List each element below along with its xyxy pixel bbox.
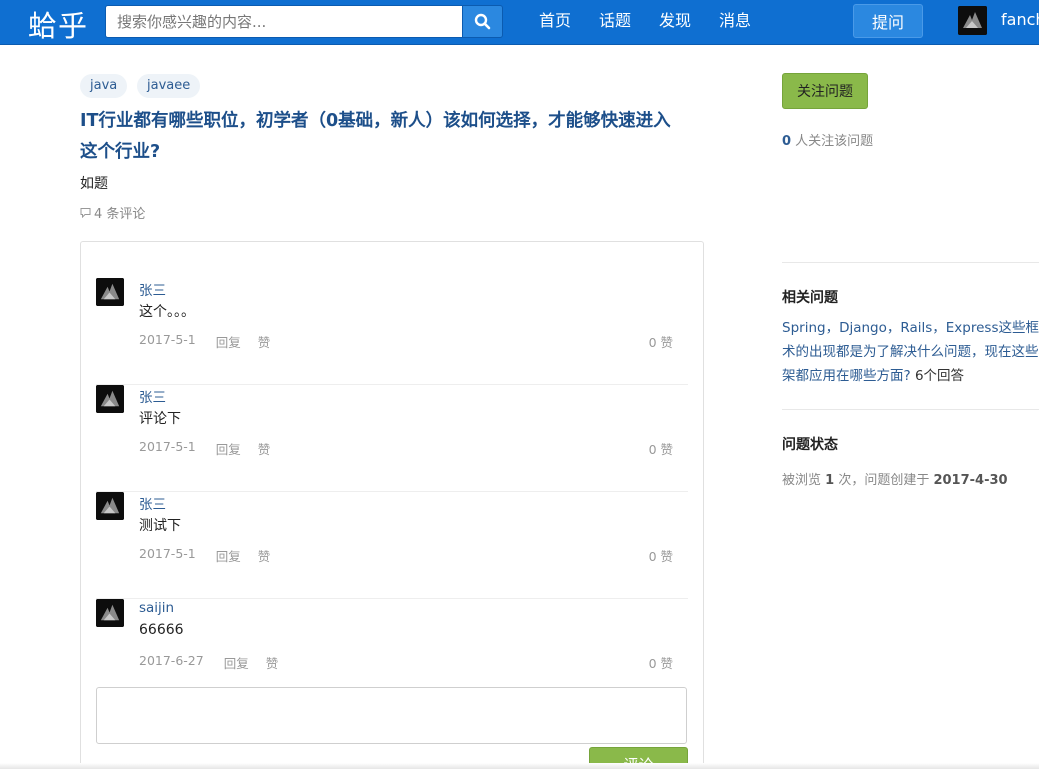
question-status-title: 问题状态 [782,437,838,453]
related-answer-count: 6个回答 [914,368,965,384]
comment-count-label: 4 条评论 [94,207,146,222]
question-description: 如题 [80,176,108,192]
top-navbar: 蛤乎 首页 话题 发现 消息 提问 fanch [0,0,1039,45]
like-link[interactable]: 赞 [258,439,271,458]
comment-text: 66666 [139,622,184,638]
follower-count: 0 人关注该问题 [782,130,873,149]
comment-avatar[interactable] [96,599,124,627]
comment-avatar[interactable] [96,385,124,413]
comment-like-count: 0 赞 [648,335,673,350]
comment-count-link[interactable]: 4 条评论 [80,203,145,222]
avatar-image [96,492,124,520]
comment-meta: 2017-5-1 回复 赞 [139,439,287,458]
sidebar-divider [782,262,1039,263]
ask-question-button[interactable]: 提问 [853,4,923,38]
avatar-image [96,599,124,627]
comment-like-count: 0 赞 [648,442,673,457]
reply-link[interactable]: 回复 [216,546,241,565]
question-status: 被浏览 1 次，问题创建于 2017-4-30 [782,469,1008,488]
question-title-line-2: 这个行业? [80,142,161,162]
nav-home[interactable]: 首页 [539,0,571,45]
related-question: Spring，Django，Rails，Express这些框架技 术的出现都是为… [782,316,1039,390]
follower-text: 人关注该问题 [791,134,874,149]
comment-author[interactable]: 张三 [139,386,166,406]
comment-avatar[interactable] [96,492,124,520]
comment-text: 测试下 [139,518,181,534]
search-button[interactable] [462,5,503,38]
main-nav: 首页 话题 发现 消息 [539,0,779,45]
comment-item: 张三 评论下 2017-5-1 回复 赞 0 赞 [96,385,688,492]
comment-meta: 2017-5-1 回复 赞 [139,332,287,351]
search-icon [474,13,491,30]
comment-like-count: 0 赞 [648,549,673,564]
comment-author[interactable]: saijin [139,600,174,616]
comment-meta: 2017-5-1 回复 赞 [139,546,287,565]
comment-author[interactable]: 张三 [139,493,166,513]
comment-text: 这个。。。 [139,304,195,320]
related-question-link-line-1[interactable]: Spring，Django，Rails，Express这些框架技 [782,316,1039,340]
bottom-edge [0,763,1039,769]
tag-javaee[interactable]: javaee [137,74,201,98]
sidebar-divider [782,409,1039,410]
nav-discover[interactable]: 发现 [659,0,691,45]
comment-like-count: 0 赞 [648,656,673,671]
comment-date: 2017-5-1 [139,439,196,454]
avatar-image [958,6,987,35]
question-title-line-1: IT行业都有哪些职位，初学者（0基础，新人）该如何选择，才能够快速进入 [80,111,671,131]
nav-topics[interactable]: 话题 [599,0,631,45]
comment-icon [80,208,91,218]
reply-link[interactable]: 回复 [216,332,241,351]
comment-input[interactable] [96,687,687,744]
comment-meta: 2017-6-27 回复 赞 [139,653,295,672]
status-prefix: 被浏览 [782,473,826,488]
comment-author[interactable]: 张三 [139,279,166,299]
follow-question-button[interactable]: 关注问题 [782,73,868,109]
comment-text: 评论下 [139,411,181,427]
comment-item: 张三 测试下 2017-5-1 回复 赞 0 赞 [96,492,688,599]
created-date: 2017-4-30 [933,473,1008,488]
search-bar [105,5,503,38]
avatar-image [96,385,124,413]
comment-avatar[interactable] [96,278,124,306]
avatar-image [96,278,124,306]
comment-date: 2017-5-1 [139,546,196,561]
question-title: IT行业都有哪些职位，初学者（0基础，新人）该如何选择，才能够快速进入 这个行业… [80,106,705,168]
status-mid: 次，问题创建于 [834,473,934,488]
comments-panel: 张三 这个。。。 2017-5-1 回复 赞 0 赞 张三 评论下 2017-5… [80,241,704,769]
site-logo[interactable]: 蛤乎 [28,3,88,45]
like-link[interactable]: 赞 [258,546,271,565]
reply-link[interactable]: 回复 [216,439,241,458]
comment-date: 2017-6-27 [139,653,204,668]
like-link[interactable]: 赞 [266,653,279,672]
comment-date: 2017-5-1 [139,332,196,347]
tag-java[interactable]: java [80,74,128,98]
username[interactable]: fanch [1001,10,1039,29]
nav-messages[interactable]: 消息 [719,0,751,45]
follower-number: 0 [782,134,792,149]
reply-link[interactable]: 回复 [224,653,249,672]
user-avatar[interactable] [958,6,987,35]
related-question-link-line-3[interactable]: 架都应用在哪些方面? [782,368,911,384]
search-input[interactable] [105,5,462,38]
related-question-link-line-2[interactable]: 术的出现都是为了解决什么问题，现在这些框 [782,340,1039,364]
comment-item: 张三 这个。。。 2017-5-1 回复 赞 0 赞 [96,278,688,385]
view-count: 1 [825,473,835,488]
like-link[interactable]: 赞 [258,332,271,351]
related-questions-title: 相关问题 [782,290,838,306]
